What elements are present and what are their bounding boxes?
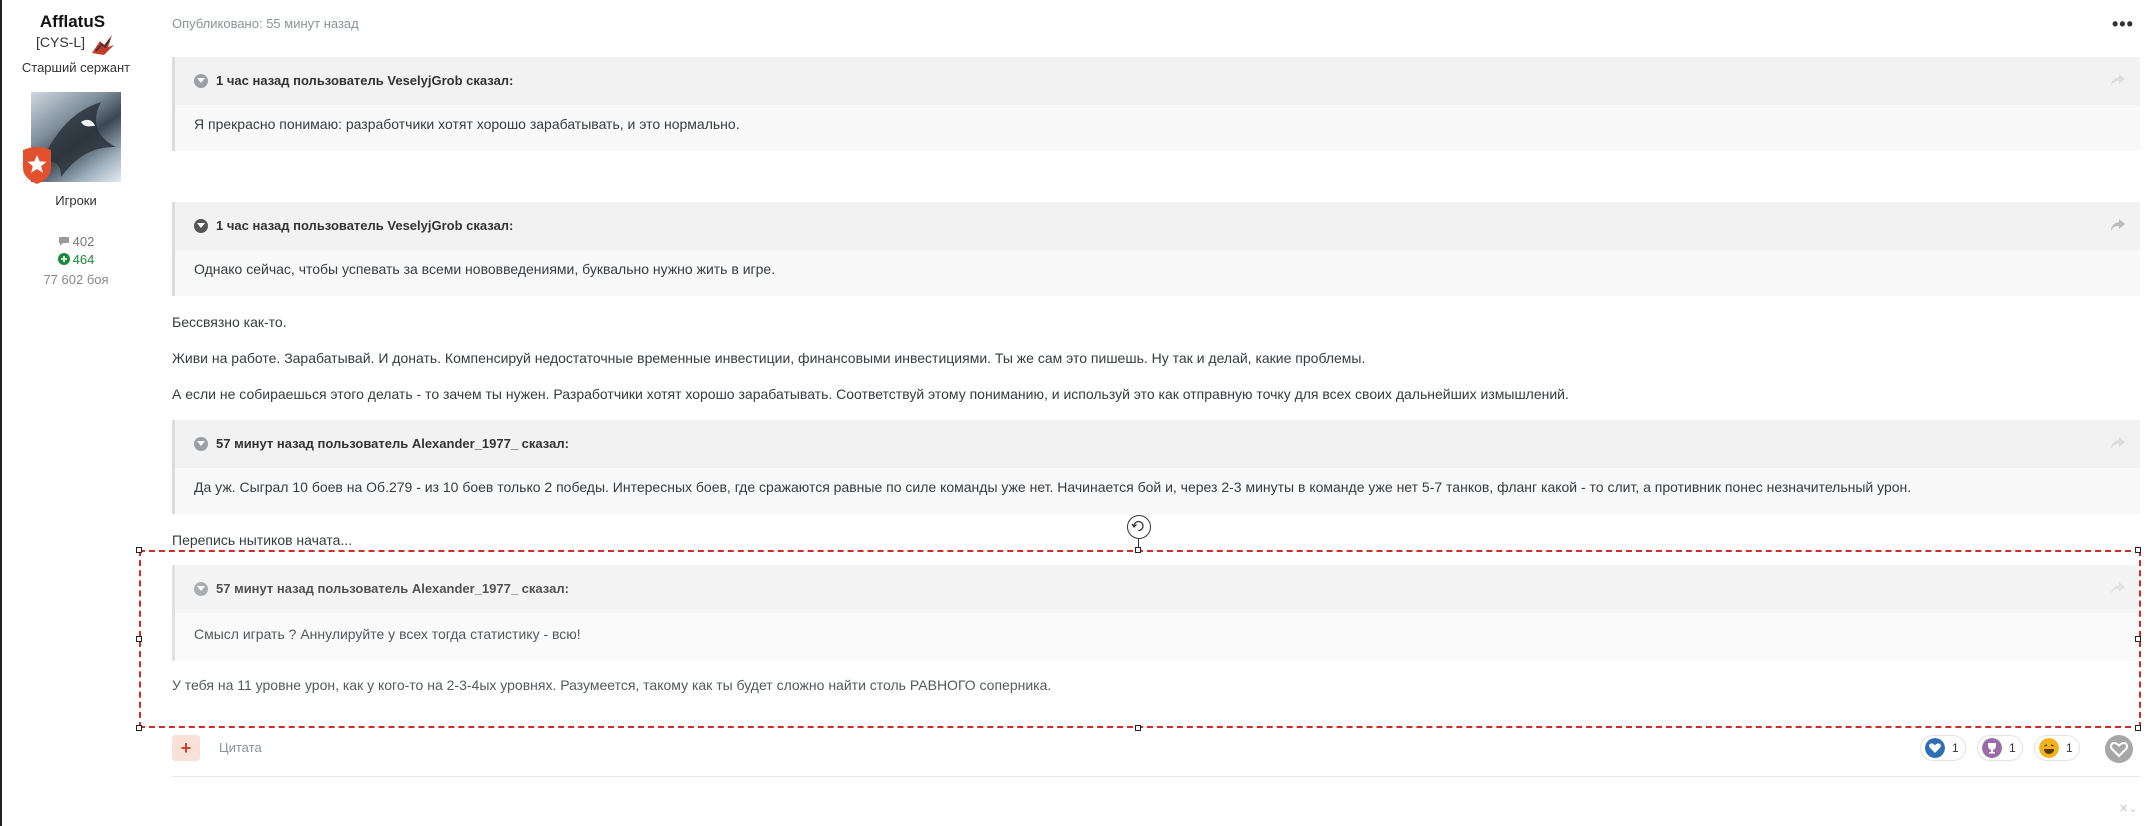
star-badge-icon xyxy=(23,147,51,184)
share-arrow-icon[interactable] xyxy=(2110,218,2126,232)
post-paragraph: Живи на работе. Зарабатывай. И донать. К… xyxy=(172,350,1366,366)
resize-handle-left[interactable] xyxy=(136,636,142,642)
quote-citation[interactable]: 1 час назад пользователь VeselyjGrob ска… xyxy=(216,218,513,233)
quote-block: 1 час назад пользователь VeselyjGrob ска… xyxy=(172,202,2140,296)
heart-reaction-icon xyxy=(1925,738,1945,758)
quote-text: Однако сейчас, чтобы успевать за всеми н… xyxy=(194,261,776,277)
reputation: 464 xyxy=(0,252,152,267)
reaction-count: 1 xyxy=(1952,741,1959,755)
post-divider xyxy=(172,776,2140,777)
quote-text: Я прекрасно понимаю: разработчики хотят … xyxy=(194,116,740,132)
resize-handle-top-right[interactable] xyxy=(2135,547,2141,553)
post-paragraph: Перепись нытиков начата... xyxy=(172,532,353,548)
resize-handle-top-left[interactable] xyxy=(136,547,142,553)
multiquote-add-button[interactable]: + xyxy=(172,735,200,761)
quote-text: Да уж. Сыграл 10 боев на Об.279 - из 10 … xyxy=(194,479,1912,495)
resize-handle-bottom-right[interactable] xyxy=(2135,725,2141,731)
reaction-count: 1 xyxy=(2066,741,2073,755)
laugh-reaction-icon xyxy=(2039,738,2059,758)
quote-citation[interactable]: 57 минут назад пользователь Alexander_19… xyxy=(216,436,569,451)
quote-header: 1 час назад пользователь VeselyjGrob ска… xyxy=(175,57,2140,105)
quote-header: 1 час назад пользователь VeselyjGrob ска… xyxy=(175,202,2140,250)
more-options-icon[interactable]: ••• xyxy=(2112,14,2133,34)
quote-block: 1 час назад пользователь VeselyjGrob ска… xyxy=(172,57,2140,151)
battles-count: 77 602 боя xyxy=(43,272,109,287)
plus-circle-icon xyxy=(57,253,70,265)
post-paragraph: А если не собираешься этого делать - то … xyxy=(172,386,1569,402)
share-arrow-icon[interactable] xyxy=(2110,73,2126,87)
chevron-down-icon[interactable] xyxy=(194,437,208,451)
comment-icon xyxy=(58,237,69,246)
clan-emblem-icon xyxy=(92,35,114,55)
quote-button[interactable]: Цитата xyxy=(219,740,262,755)
chevron-down-icon[interactable] xyxy=(194,74,208,88)
chevron-down-icon[interactable] xyxy=(194,219,208,233)
reaction-count: 1 xyxy=(2009,741,2016,755)
quote-header: 57 минут назад пользователь Alexander_19… xyxy=(175,420,2140,468)
resize-handle-top[interactable] xyxy=(1135,547,1141,553)
quote-block: 57 минут назад пользователь Alexander_19… xyxy=(172,420,2140,514)
heart-icon xyxy=(2109,741,2129,758)
like-button[interactable] xyxy=(2105,735,2133,763)
resize-handle-bottom-left[interactable] xyxy=(136,725,142,731)
trophy-reaction-icon xyxy=(1982,738,2002,758)
resize-handle-bottom[interactable] xyxy=(1135,725,1141,731)
author-group: Игроки xyxy=(55,193,97,208)
author-rank: Старший сержант xyxy=(21,60,131,75)
post-published-time: Опубликовано: 55 минут назад xyxy=(172,16,359,31)
post-count-value: 402 xyxy=(72,234,95,249)
resize-handle-right[interactable] xyxy=(2135,636,2141,642)
close-icon[interactable]: ✕⌄ xyxy=(2119,802,2137,815)
reaction-trophy[interactable]: 1 xyxy=(1977,735,2023,761)
author-clan[interactable]: [CYS-L] xyxy=(36,34,85,50)
rotate-handle-icon[interactable] xyxy=(1127,515,1151,539)
selection-box[interactable] xyxy=(139,550,2141,728)
window-left-border xyxy=(0,0,2,826)
reaction-heart[interactable]: 1 xyxy=(1920,735,1966,761)
post-count: 402 xyxy=(0,234,152,249)
reputation-value: 464 xyxy=(72,252,95,267)
share-arrow-icon[interactable] xyxy=(2110,436,2126,450)
quote-citation[interactable]: 1 час назад пользователь VeselyjGrob ска… xyxy=(216,73,513,88)
author-name[interactable]: AfflatuS xyxy=(0,12,145,32)
reaction-laugh[interactable]: 1 xyxy=(2034,735,2080,761)
post-paragraph: Бессвязно как-то. xyxy=(172,314,287,330)
